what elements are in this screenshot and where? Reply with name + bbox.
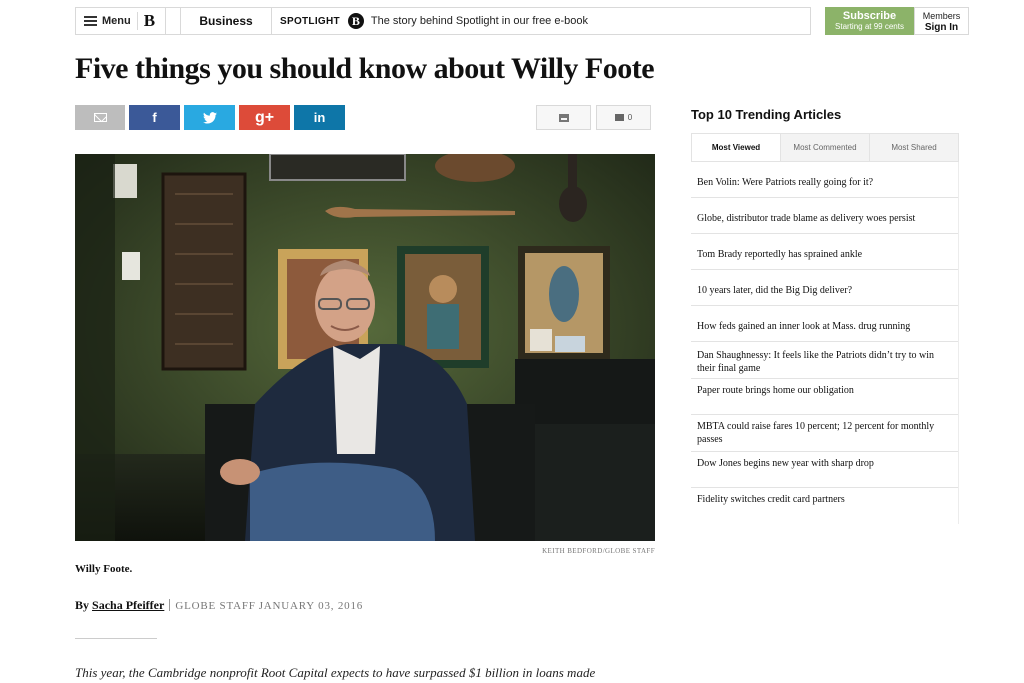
trending-item[interactable]: Fidelity switches credit card partners bbox=[691, 488, 958, 524]
members-label: Members bbox=[922, 11, 961, 21]
members-sign-in-button[interactable]: Members Sign In bbox=[914, 7, 969, 35]
share-googleplus-button[interactable]: g+ bbox=[239, 105, 290, 130]
trending-item[interactable]: MBTA could raise fares 10 percent; 12 pe… bbox=[691, 415, 958, 452]
publish-date: JANUARY 03, 2016 bbox=[258, 600, 364, 612]
comments-button[interactable]: 0 bbox=[596, 105, 651, 130]
menu-button[interactable]: Menu B bbox=[76, 8, 166, 34]
photo-credit: KEITH BEDFORD/GLOBE STAFF bbox=[542, 547, 655, 555]
photo-caption: Willy Foote. bbox=[75, 563, 133, 575]
trending-item[interactable]: Dan Shaughnessy: It feels like the Patri… bbox=[691, 342, 958, 379]
article-headline: Five things you should know about Willy … bbox=[75, 52, 655, 85]
share-twitter-button[interactable] bbox=[184, 105, 235, 130]
byline-rule bbox=[75, 638, 157, 639]
trending-list: Ben Volin: Were Patriots really going fo… bbox=[691, 162, 959, 524]
googleplus-icon: g+ bbox=[254, 108, 275, 126]
trending-item[interactable]: Tom Brady reportedly has sprained ankle bbox=[691, 234, 958, 270]
hamburger-icon bbox=[84, 16, 97, 26]
linkedin-icon: in bbox=[313, 110, 326, 125]
subscribe-label: Subscribe bbox=[842, 10, 897, 22]
section-link-business[interactable]: Business bbox=[181, 8, 272, 34]
share-linkedin-button[interactable]: in bbox=[294, 105, 345, 130]
twitter-icon bbox=[202, 111, 217, 124]
tab-most-commented[interactable]: Most Commented bbox=[780, 134, 869, 161]
tab-most-viewed[interactable]: Most Viewed bbox=[692, 134, 780, 161]
spotlight-label: SPOTLIGHT bbox=[280, 15, 340, 27]
byline: By Sacha Pfeiffer GLOBE STAFF JANUARY 03,… bbox=[75, 598, 363, 613]
spotlight-promo-link[interactable]: SPOTLIGHT B The story behind Spotlight i… bbox=[272, 13, 588, 29]
share-email-button[interactable] bbox=[75, 105, 125, 130]
nav-spacer bbox=[166, 8, 181, 34]
facebook-icon: f bbox=[152, 110, 157, 125]
top-navigation: Menu B Business SPOTLIGHT B The story be… bbox=[75, 7, 811, 35]
trending-item[interactable]: Globe, distributor trade blame as delive… bbox=[691, 198, 958, 234]
sign-in-label: Sign In bbox=[924, 22, 959, 33]
subscribe-button[interactable]: Subscribe Starting at 99 cents bbox=[825, 7, 914, 35]
article-lede: This year, the Cambridge nonprofit Root … bbox=[75, 665, 596, 680]
trending-title: Top 10 Trending Articles bbox=[691, 107, 842, 122]
article-photo[interactable] bbox=[75, 154, 655, 541]
spotlight-text: The story behind Spotlight in our free e… bbox=[370, 15, 588, 27]
trending-item[interactable]: Ben Volin: Were Patriots really going fo… bbox=[691, 162, 958, 198]
trending-item[interactable]: 10 years later, did the Big Dig deliver? bbox=[691, 270, 958, 306]
print-button[interactable] bbox=[536, 105, 591, 130]
comment-bubble-icon bbox=[614, 114, 624, 121]
author-link[interactable]: Sacha Pfeiffer bbox=[92, 598, 164, 612]
menu-label: Menu bbox=[102, 15, 131, 27]
envelope-icon bbox=[93, 113, 107, 122]
trending-item[interactable]: How feds gained an inner look at Mass. d… bbox=[691, 306, 958, 342]
globe-logo-icon[interactable]: B bbox=[136, 12, 162, 30]
byline-prefix: By bbox=[75, 598, 90, 612]
comment-count: 0 bbox=[627, 113, 633, 122]
tab-most-shared[interactable]: Most Shared bbox=[869, 134, 958, 161]
printer-icon bbox=[558, 113, 569, 122]
spotlight-logo-icon: B bbox=[347, 13, 364, 29]
byline-divider bbox=[169, 599, 171, 611]
trending-item[interactable]: Paper route brings home our obligation bbox=[691, 379, 958, 415]
portrait-photo-illustration bbox=[75, 154, 655, 541]
share-facebook-button[interactable]: f bbox=[129, 105, 180, 130]
byline-staff: GLOBE STAFF bbox=[175, 600, 256, 612]
subscribe-subtext: Starting at 99 cents bbox=[835, 22, 904, 31]
trending-tabs: Most Viewed Most Commented Most Shared bbox=[691, 133, 959, 162]
trending-item[interactable]: Dow Jones begins new year with sharp dro… bbox=[691, 452, 958, 488]
